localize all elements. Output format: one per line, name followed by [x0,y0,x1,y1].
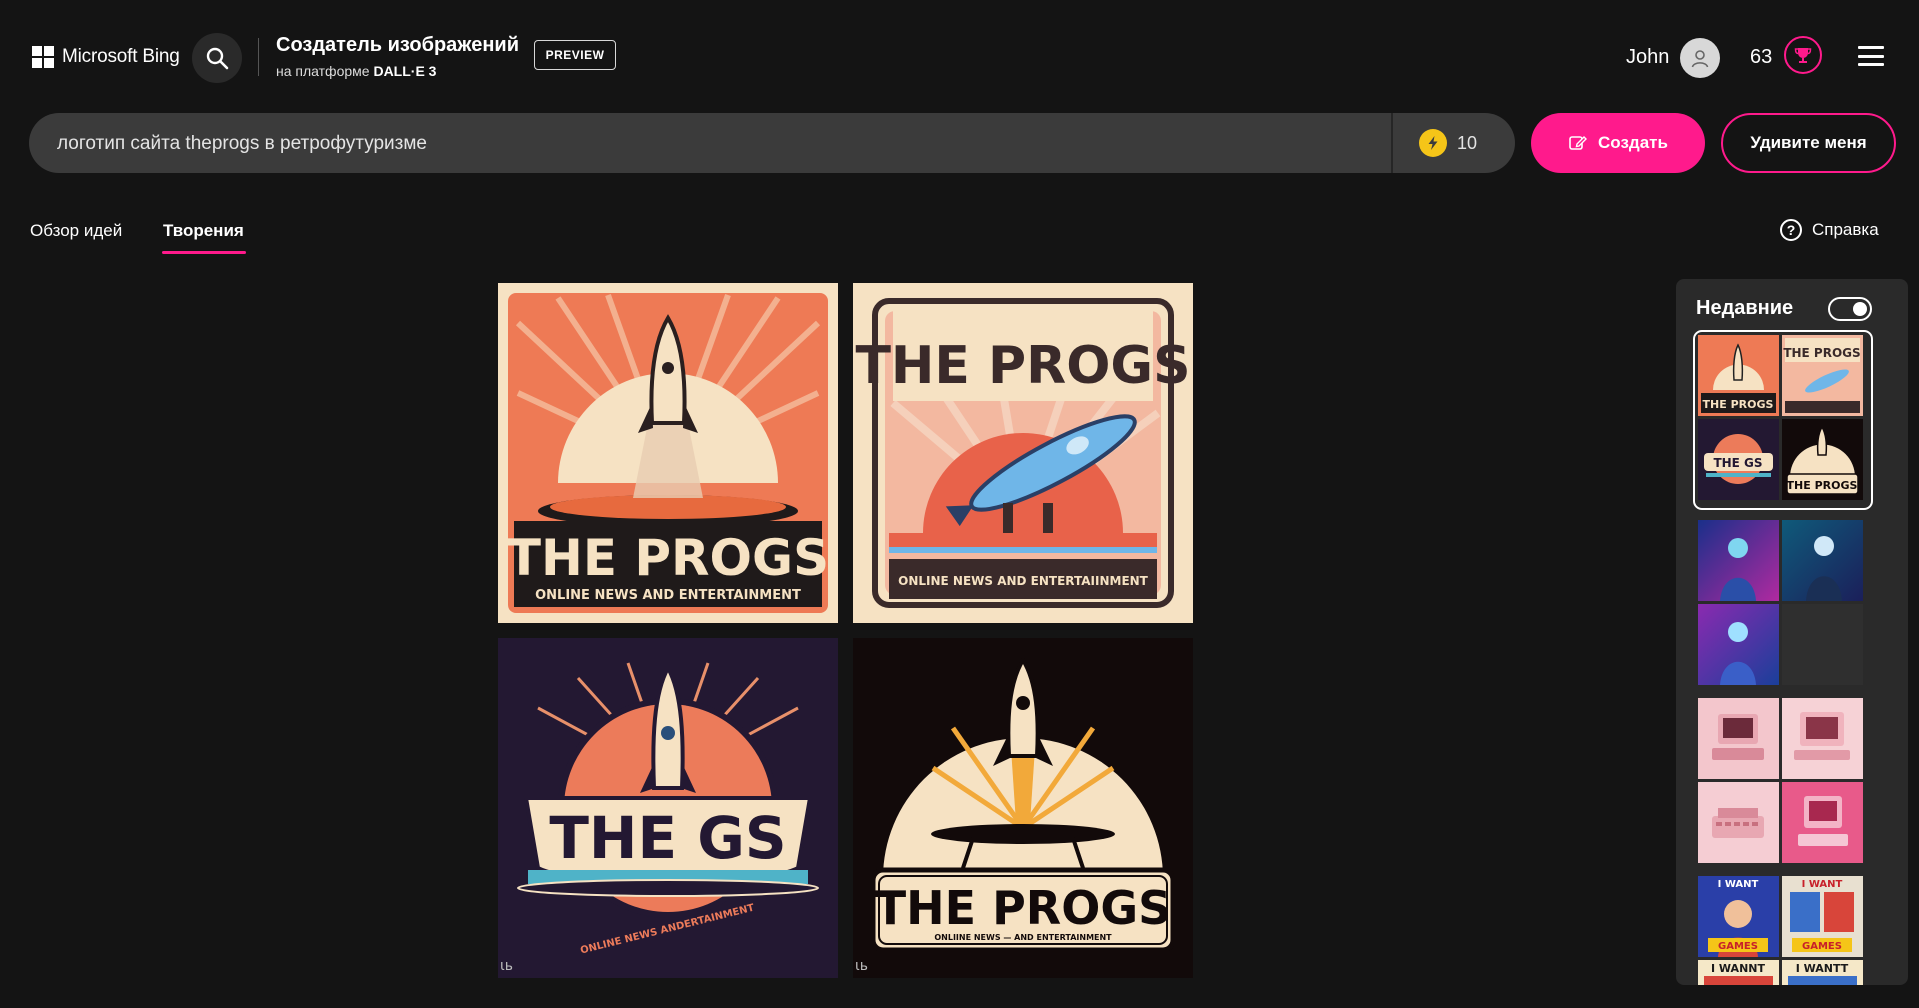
create-icon [1569,136,1588,150]
result-image-2[interactable]: THE PROGS ONLINE NEWS AND ENTERTAIINMENT [853,283,1193,623]
mini-title: THE PROGS [1703,398,1774,411]
logo-tagline: ONLINE NEWS AND ENTERTAIINMENT [898,574,1149,588]
recent-thumb: I WANT GAMES [1698,876,1779,957]
rocket-logo-image: THE PROGS ONLINE NEWS AND ENTERTAINMENT [498,283,838,623]
recent-thumb [1698,782,1779,863]
logo-title: THE PROGS [875,881,1171,935]
rewards-button[interactable] [1784,36,1822,74]
rocket-logo-image: THE GS ONLINE NEWS ANDERTAINMENT [498,638,838,978]
recent-thumb: THE PROGS [1698,335,1779,416]
microsoft-bing-logo[interactable]: Microsoft Bing [32,46,180,68]
user-icon [1691,50,1709,68]
recent-group-retro-computers[interactable] [1698,698,1868,868]
logo-tagline: ONLIINE NEWS — AND ENTERTAINMENT [934,933,1112,942]
recent-thumb-empty [1782,604,1863,685]
result-image-4[interactable]: THE PROGS ONLIINE NEWS — AND ENTERTAINME… [853,638,1193,978]
tab-explore-ideas[interactable]: Обзор идей [30,221,122,241]
recent-thumb: I WANTT [1782,960,1863,985]
mini-title: GAMES [1802,941,1842,952]
recent-thumb [1698,604,1779,685]
mini-title: THE PROGS [1783,346,1860,360]
surprise-me-button[interactable]: Удивите меня [1721,113,1896,173]
platform-subtitle: на платформе DALL·E 3 [276,63,519,79]
boosts-count: 10 [1457,132,1478,153]
recent-panel: Недавние THE PROGS THE PROGS THE GS THE … [1676,279,1908,985]
recent-toggle[interactable] [1828,297,1872,321]
recent-thumb: THE PROGS [1782,335,1863,416]
brand-name: Microsoft Bing [62,46,180,67]
mini-title: GAMES [1718,941,1758,952]
boosts-indicator[interactable]: 10 [1419,129,1477,157]
rocket-logo-image: THE PROGS ONLINE NEWS AND ENTERTAIINMENT [853,283,1193,623]
mini-title: I WANTT [1796,962,1849,975]
recent-thumb [1782,698,1863,779]
search-icon [206,47,229,70]
recent-thumb [1782,782,1863,863]
menu-button[interactable] [1858,46,1884,66]
recent-thumb: I WANT GAMES [1782,876,1863,957]
mini-title: THE GS [1713,456,1762,470]
lightning-bolt-icon [1419,129,1447,157]
recent-thumb: THE PROGS [1782,419,1863,500]
help-button[interactable]: ? Справка [1780,219,1879,241]
question-mark-icon: ? [1780,219,1802,241]
active-tab-indicator [162,251,246,254]
search-button[interactable] [192,33,242,83]
recent-thumb [1782,520,1863,601]
top-header: Microsoft Bing Создатель изображений на … [0,0,1919,110]
recent-thumb [1698,698,1779,779]
mini-title: THE PROGS [1787,479,1858,492]
watermark-mark: ɩь [855,958,868,974]
rewards-points[interactable]: 63 [1750,46,1772,69]
model-name: DALL·E 3 [373,63,437,79]
prompt-bar: 10 [29,113,1515,175]
tab-creations[interactable]: Творения [163,221,244,241]
preview-badge: PREVIEW [534,40,616,70]
subtitle-prefix: на платформе [276,63,374,79]
watermark-mark: ɩь [500,958,513,974]
mini-title: I WANT [1802,879,1843,890]
result-image-1[interactable]: THE PROGS ONLINE NEWS AND ENTERTAINMENT [498,283,838,623]
recent-thumb [1698,520,1779,601]
create-label: Создать [1598,133,1668,152]
trophy-icon [1794,48,1812,63]
logo-tagline: ONLINE NEWS AND ENTERTAINMENT [535,588,801,603]
logo-title: THE PROGS [855,336,1190,396]
recent-thumb: THE GS [1698,419,1779,500]
toggle-knob [1853,302,1867,316]
prompt-input[interactable] [55,113,1409,175]
page-title: Создатель изображений [276,34,519,56]
mini-title: I WANNT [1711,962,1765,975]
windows-logo-icon [32,46,54,68]
header-divider [258,38,259,76]
recent-thumb: I WANNT [1698,960,1779,985]
result-image-3[interactable]: THE GS ONLINE NEWS ANDERTAINMENT ɩь [498,638,838,978]
recent-group-cyberpunk[interactable] [1698,520,1868,690]
rocket-logo-image: THE PROGS ONLIINE NEWS — AND ENTERTAINME… [853,638,1193,978]
create-button[interactable]: Создать [1531,113,1705,173]
user-avatar[interactable] [1680,38,1720,78]
logo-title: THE PROGS [507,529,829,587]
user-name[interactable]: John [1626,46,1669,69]
help-label: Справка [1812,220,1879,239]
prompt-divider [1391,113,1393,173]
recent-title: Недавние [1696,297,1794,319]
recent-group-retro-logos[interactable]: THE PROGS THE PROGS THE GS THE PROGS [1693,330,1873,510]
product-title-block: Создатель изображений на платформе DALL·… [276,34,519,79]
mini-title: I WANT [1718,879,1759,890]
recent-group-game-posters[interactable]: I WANT GAMES I WANT GAMES I WANNT I WANTT [1698,876,1868,985]
logo-title: THE GS [549,804,786,872]
